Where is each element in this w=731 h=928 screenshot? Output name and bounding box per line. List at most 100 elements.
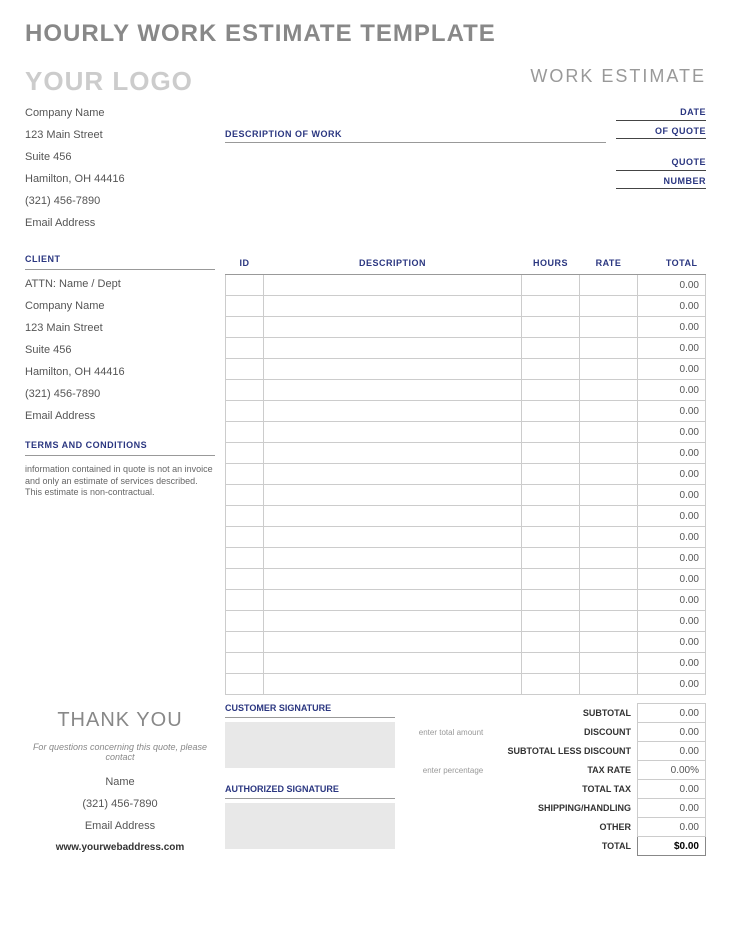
header-row: YOUR LOGO WORK ESTIMATE <box>25 66 706 97</box>
cell-id[interactable] <box>226 506 264 527</box>
cell-id[interactable] <box>226 674 264 695</box>
taxrate-value[interactable]: 0.00% <box>638 761 706 780</box>
cell-rate[interactable] <box>580 485 638 506</box>
bottom-row: THANK YOU For questions concerning this … <box>25 703 706 865</box>
discount-label: DISCOUNT <box>487 723 637 742</box>
cell-id[interactable] <box>226 317 264 338</box>
cell-desc[interactable] <box>264 674 522 695</box>
left-column: CLIENT ATTN: Name / Dept Company Name 12… <box>25 254 215 695</box>
cell-hours[interactable] <box>522 632 580 653</box>
cell-desc[interactable] <box>264 359 522 380</box>
cell-hours[interactable] <box>522 401 580 422</box>
cell-rate[interactable] <box>580 359 638 380</box>
cell-rate[interactable] <box>580 548 638 569</box>
cell-rate[interactable] <box>580 653 638 674</box>
cell-rate[interactable] <box>580 401 638 422</box>
cell-hours[interactable] <box>522 317 580 338</box>
cell-hours[interactable] <box>522 338 580 359</box>
cell-hours[interactable] <box>522 359 580 380</box>
totals-column: SUBTOTAL0.00 enter total amountDISCOUNT0… <box>405 703 706 865</box>
cell-desc[interactable] <box>264 611 522 632</box>
cell-desc[interactable] <box>264 296 522 317</box>
cell-hours[interactable] <box>522 527 580 548</box>
cell-hours[interactable] <box>522 296 580 317</box>
cell-hours[interactable] <box>522 674 580 695</box>
cell-rate[interactable] <box>580 464 638 485</box>
discount-value[interactable]: 0.00 <box>638 723 706 742</box>
cell-hours[interactable] <box>522 485 580 506</box>
cell-rate[interactable] <box>580 611 638 632</box>
cell-desc[interactable] <box>264 590 522 611</box>
work-estimate-label: WORK ESTIMATE <box>530 66 706 87</box>
cell-hours[interactable] <box>522 611 580 632</box>
cell-desc[interactable] <box>264 464 522 485</box>
cell-rate[interactable] <box>580 380 638 401</box>
cell-desc[interactable] <box>264 338 522 359</box>
cell-id[interactable] <box>226 380 264 401</box>
cell-id[interactable] <box>226 590 264 611</box>
other-value[interactable]: 0.00 <box>638 818 706 837</box>
cell-id[interactable] <box>226 569 264 590</box>
cell-id[interactable] <box>226 611 264 632</box>
cell-desc[interactable] <box>264 485 522 506</box>
cell-desc[interactable] <box>264 506 522 527</box>
cell-hours[interactable] <box>522 464 580 485</box>
cell-desc[interactable] <box>264 275 522 296</box>
cell-desc[interactable] <box>264 317 522 338</box>
shipping-value[interactable]: 0.00 <box>638 799 706 818</box>
cell-hours[interactable] <box>522 422 580 443</box>
cell-total: 0.00 <box>638 485 706 506</box>
cell-rate[interactable] <box>580 569 638 590</box>
cell-hours[interactable] <box>522 569 580 590</box>
cell-desc[interactable] <box>264 422 522 443</box>
company-street: 123 Main Street <box>25 129 215 141</box>
cell-desc[interactable] <box>264 653 522 674</box>
cell-total: 0.00 <box>638 359 706 380</box>
cell-id[interactable] <box>226 632 264 653</box>
cell-rate[interactable] <box>580 422 638 443</box>
cell-id[interactable] <box>226 275 264 296</box>
cell-id[interactable] <box>226 401 264 422</box>
cell-rate[interactable] <box>580 506 638 527</box>
cell-desc[interactable] <box>264 401 522 422</box>
cell-desc[interactable] <box>264 380 522 401</box>
cell-rate[interactable] <box>580 275 638 296</box>
cell-desc[interactable] <box>264 632 522 653</box>
cell-rate[interactable] <box>580 590 638 611</box>
cell-hours[interactable] <box>522 506 580 527</box>
cell-id[interactable] <box>226 443 264 464</box>
cell-rate[interactable] <box>580 443 638 464</box>
cell-rate[interactable] <box>580 296 638 317</box>
cell-desc[interactable] <box>264 548 522 569</box>
table-row: 0.00 <box>226 674 706 695</box>
cell-hours[interactable] <box>522 653 580 674</box>
cell-hours[interactable] <box>522 548 580 569</box>
cell-desc[interactable] <box>264 569 522 590</box>
contact-name: Name <box>25 776 215 788</box>
cell-rate[interactable] <box>580 674 638 695</box>
cell-hours[interactable] <box>522 380 580 401</box>
cell-id[interactable] <box>226 485 264 506</box>
cell-rate[interactable] <box>580 317 638 338</box>
cell-id[interactable] <box>226 548 264 569</box>
cell-id[interactable] <box>226 464 264 485</box>
cell-rate[interactable] <box>580 338 638 359</box>
authorized-sig-box[interactable] <box>225 803 395 849</box>
cell-id[interactable] <box>226 422 264 443</box>
cell-id[interactable] <box>226 338 264 359</box>
cell-total: 0.00 <box>638 401 706 422</box>
cell-id[interactable] <box>226 653 264 674</box>
cell-id[interactable] <box>226 359 264 380</box>
cell-rate[interactable] <box>580 527 638 548</box>
client-info: ATTN: Name / Dept Company Name 123 Main … <box>25 278 215 422</box>
cell-desc[interactable] <box>264 527 522 548</box>
cell-hours[interactable] <box>522 443 580 464</box>
cell-rate[interactable] <box>580 632 638 653</box>
customer-sig-box[interactable] <box>225 722 395 768</box>
cell-hours[interactable] <box>522 275 580 296</box>
cell-hours[interactable] <box>522 590 580 611</box>
cell-id[interactable] <box>226 527 264 548</box>
cell-id[interactable] <box>226 296 264 317</box>
cell-total: 0.00 <box>638 422 706 443</box>
cell-desc[interactable] <box>264 443 522 464</box>
